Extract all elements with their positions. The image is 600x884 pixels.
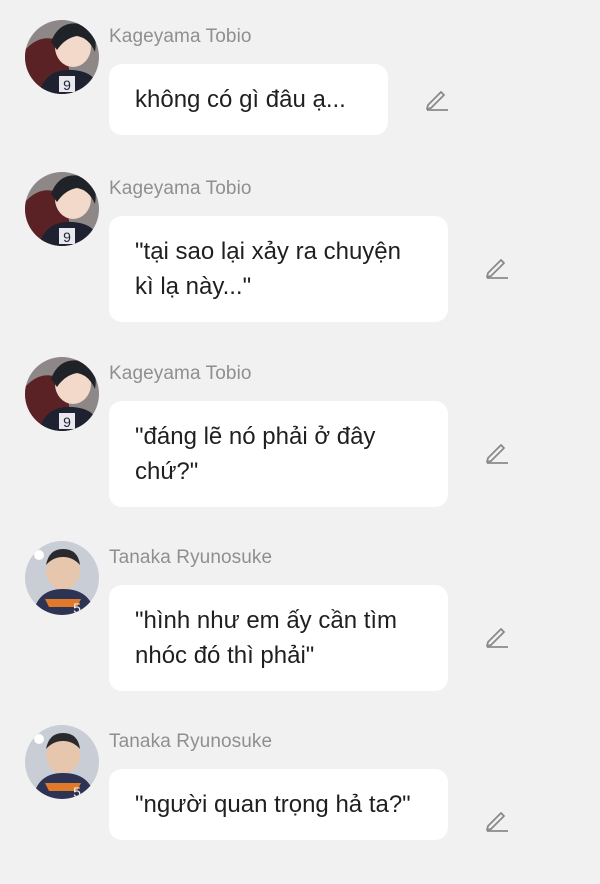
chat-message: 5 Tanaka Ryunosuke "người quan trọng hả … [0,725,600,884]
avatar[interactable]: 9 [25,172,99,246]
message-bubble[interactable]: "hình như em ấy cần tìm nhóc đó thì phải… [109,585,448,691]
chat-list: 9 Kageyama Tobio không có gì đâu ạ... 9 … [0,0,600,884]
pencil-icon[interactable] [484,439,510,465]
sender-name: Tanaka Ryunosuke [109,731,273,752]
sender-name: Tanaka Ryunosuke [109,547,273,568]
message-bubble[interactable]: "người quan trọng hả ta?" [109,769,448,840]
message-bubble[interactable]: không có gì đâu ạ... [109,64,388,135]
svg-text:9: 9 [63,229,71,245]
avatar[interactable]: 9 [25,357,99,431]
svg-text:5: 5 [73,600,81,615]
avatar[interactable]: 5 [25,725,99,799]
sender-name: Kageyama Tobio [109,26,252,47]
pencil-icon[interactable] [424,86,450,112]
sender-name: Kageyama Tobio [109,363,252,384]
svg-text:9: 9 [63,77,71,93]
chat-message: 5 Tanaka Ryunosuke "hình như em ấy cần t… [0,541,600,701]
avatar[interactable]: 5 [25,541,99,615]
svg-text:5: 5 [73,784,81,799]
pencil-icon[interactable] [484,807,510,833]
message-bubble[interactable]: "đáng lẽ nó phải ở đây chứ?" [109,401,448,507]
chat-message: 9 Kageyama Tobio không có gì đâu ạ... [0,20,600,180]
svg-text:9: 9 [63,414,71,430]
sender-name: Kageyama Tobio [109,178,252,199]
chat-message: 9 Kageyama Tobio "đáng lẽ nó phải ở đây … [0,357,600,517]
pencil-icon[interactable] [484,623,510,649]
avatar[interactable]: 9 [25,20,99,94]
pencil-icon[interactable] [484,254,510,280]
message-bubble[interactable]: "tại sao lại xảy ra chuyện kì lạ này..." [109,216,448,322]
chat-message: 9 Kageyama Tobio "tại sao lại xảy ra chu… [0,172,600,332]
